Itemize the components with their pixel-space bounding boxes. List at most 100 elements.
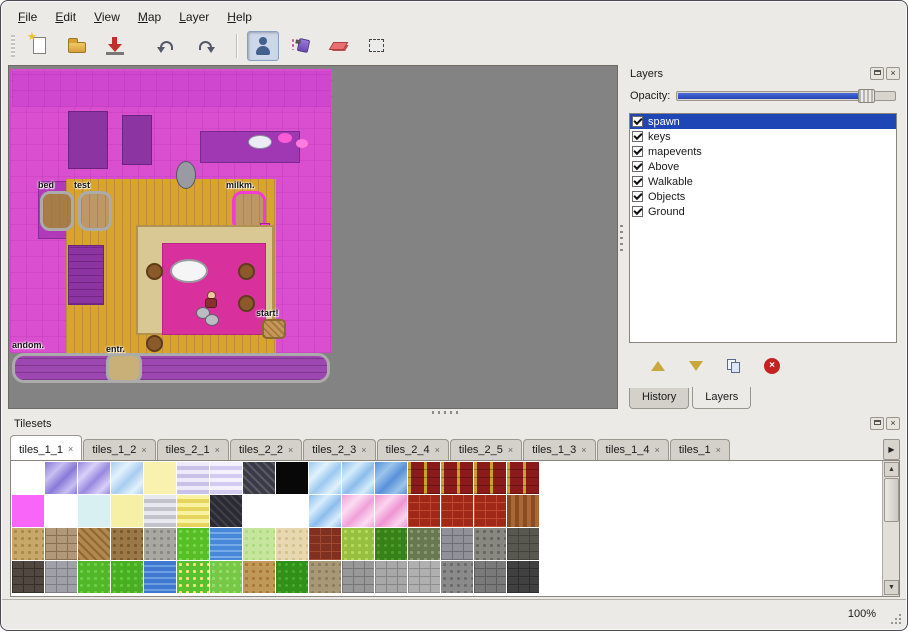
panel-tab-history[interactable]: History <box>629 388 689 409</box>
tileset-tile[interactable] <box>408 462 440 494</box>
tileset-view[interactable]: ▲ ▼ <box>10 460 900 597</box>
tileset-tile[interactable] <box>45 561 77 593</box>
tileset-tile[interactable] <box>441 495 473 527</box>
tileset-tile[interactable] <box>408 528 440 560</box>
tileset-tile[interactable] <box>12 495 44 527</box>
close-panel-button[interactable]: × <box>886 417 900 430</box>
tileset-tile[interactable] <box>342 561 374 593</box>
tileset-tab-tiles_2_4[interactable]: tiles_2_4× <box>377 439 449 460</box>
delete-layer-button[interactable]: × <box>759 353 785 379</box>
tileset-tile[interactable] <box>507 561 539 593</box>
layer-visibility-checkbox[interactable] <box>632 116 643 127</box>
menu-item-layer[interactable]: Layer <box>170 7 218 27</box>
tileset-tile[interactable] <box>78 462 110 494</box>
tileset-tile[interactable] <box>111 462 143 494</box>
tileset-tab-tiles_1_2[interactable]: tiles_1_2× <box>83 439 155 460</box>
tileset-tab-tiles_1_3[interactable]: tiles_1_3× <box>523 439 595 460</box>
tileset-tile[interactable] <box>12 462 44 494</box>
tileset-tile[interactable] <box>375 462 407 494</box>
menu-item-edit[interactable]: Edit <box>46 7 85 27</box>
tileset-tile[interactable] <box>342 528 374 560</box>
tileset-tile[interactable] <box>243 462 275 494</box>
tileset-tab-tiles_2_3[interactable]: tiles_2_3× <box>303 439 375 460</box>
tileset-tile[interactable] <box>210 528 242 560</box>
tileset-tab-tiles_2_1[interactable]: tiles_2_1× <box>157 439 229 460</box>
tileset-tile[interactable] <box>507 528 539 560</box>
tileset-tile[interactable] <box>342 495 374 527</box>
tileset-tile[interactable] <box>144 561 176 593</box>
redo-button[interactable] <box>189 31 221 61</box>
layer-row-mapevents[interactable]: mapevents <box>630 144 896 159</box>
map-canvas[interactable]: bedtestmilkm.start!andom.entr. <box>8 65 618 409</box>
tileset-tile[interactable] <box>375 561 407 593</box>
tileset-tile[interactable] <box>474 528 506 560</box>
tileset-tile[interactable] <box>111 561 143 593</box>
tileset-tile[interactable] <box>111 495 143 527</box>
layer-row-Objects[interactable]: Objects <box>630 189 896 204</box>
close-tab-icon[interactable]: × <box>141 446 146 455</box>
tileset-tile[interactable] <box>342 462 374 494</box>
tileset-tab-tiles_2_2[interactable]: tiles_2_2× <box>230 439 302 460</box>
layer-visibility-checkbox[interactable] <box>632 131 643 142</box>
tileset-tile[interactable] <box>474 462 506 494</box>
menu-item-view[interactable]: View <box>85 7 129 27</box>
tileset-tile[interactable] <box>210 561 242 593</box>
tileset-tile[interactable] <box>276 561 308 593</box>
layer-row-Above[interactable]: Above <box>630 159 896 174</box>
tileset-tile[interactable] <box>507 495 539 527</box>
eraser-tool-button[interactable] <box>323 31 355 61</box>
tileset-tile[interactable] <box>276 495 308 527</box>
tileset-scrollbar[interactable]: ▲ ▼ <box>882 461 899 596</box>
menu-item-file[interactable]: File <box>9 7 46 27</box>
tileset-tile[interactable] <box>375 528 407 560</box>
tileset-tile[interactable] <box>507 462 539 494</box>
layer-visibility-checkbox[interactable] <box>632 206 643 217</box>
layer-visibility-checkbox[interactable] <box>632 146 643 157</box>
tileset-tile[interactable] <box>276 462 308 494</box>
layer-row-Walkable[interactable]: Walkable <box>630 174 896 189</box>
tileset-tile[interactable] <box>243 561 275 593</box>
tileset-tile[interactable] <box>45 528 77 560</box>
layer-row-spawn[interactable]: spawn <box>630 114 896 129</box>
close-panel-button[interactable]: × <box>886 67 900 80</box>
panel-tab-layers[interactable]: Layers <box>692 387 751 409</box>
map[interactable]: bedtestmilkm.start!andom.entr. <box>10 69 333 385</box>
scroll-down-icon[interactable]: ▼ <box>884 580 899 595</box>
new-file-button[interactable]: ★ <box>23 31 55 61</box>
tileset-tab-tiles_2_5[interactable]: tiles_2_5× <box>450 439 522 460</box>
tileset-tile[interactable] <box>441 462 473 494</box>
lower-layer-button[interactable] <box>683 353 709 379</box>
tileset-tile[interactable] <box>177 495 209 527</box>
tileset-tile[interactable] <box>276 528 308 560</box>
menu-item-map[interactable]: Map <box>129 7 170 27</box>
scrollbar-thumb[interactable] <box>884 478 899 522</box>
stamp-tool-button[interactable] <box>247 31 279 61</box>
float-panel-button[interactable] <box>870 417 884 430</box>
tileset-tile[interactable] <box>309 528 341 560</box>
close-tab-icon[interactable]: × <box>716 446 721 455</box>
tileset-tile[interactable] <box>474 561 506 593</box>
close-tab-icon[interactable]: × <box>361 446 366 455</box>
close-tab-icon[interactable]: × <box>655 446 660 455</box>
tileset-tile[interactable] <box>177 561 209 593</box>
tileset-tile[interactable] <box>309 561 341 593</box>
duplicate-layer-button[interactable] <box>721 353 747 379</box>
open-folder-button[interactable] <box>61 31 93 61</box>
tileset-tile[interactable] <box>309 462 341 494</box>
tileset-tile[interactable] <box>78 561 110 593</box>
tileset-tile[interactable] <box>309 495 341 527</box>
scroll-tabs-right-button[interactable]: ▶ <box>883 439 900 460</box>
tileset-tile[interactable] <box>78 528 110 560</box>
tileset-tile[interactable] <box>78 495 110 527</box>
select-tool-button[interactable] <box>361 31 393 61</box>
float-panel-button[interactable] <box>870 67 884 80</box>
tileset-tile[interactable] <box>441 561 473 593</box>
close-tab-icon[interactable]: × <box>68 445 73 454</box>
layer-row-keys[interactable]: keys <box>630 129 896 144</box>
tileset-tile[interactable] <box>375 495 407 527</box>
tileset-tab-tiles_1[interactable]: tiles_1× <box>670 439 730 460</box>
tileset-tab-tiles_1_1[interactable]: tiles_1_1× <box>10 435 82 460</box>
tileset-tile[interactable] <box>177 462 209 494</box>
close-tab-icon[interactable]: × <box>215 446 220 455</box>
tileset-tile[interactable] <box>111 528 143 560</box>
